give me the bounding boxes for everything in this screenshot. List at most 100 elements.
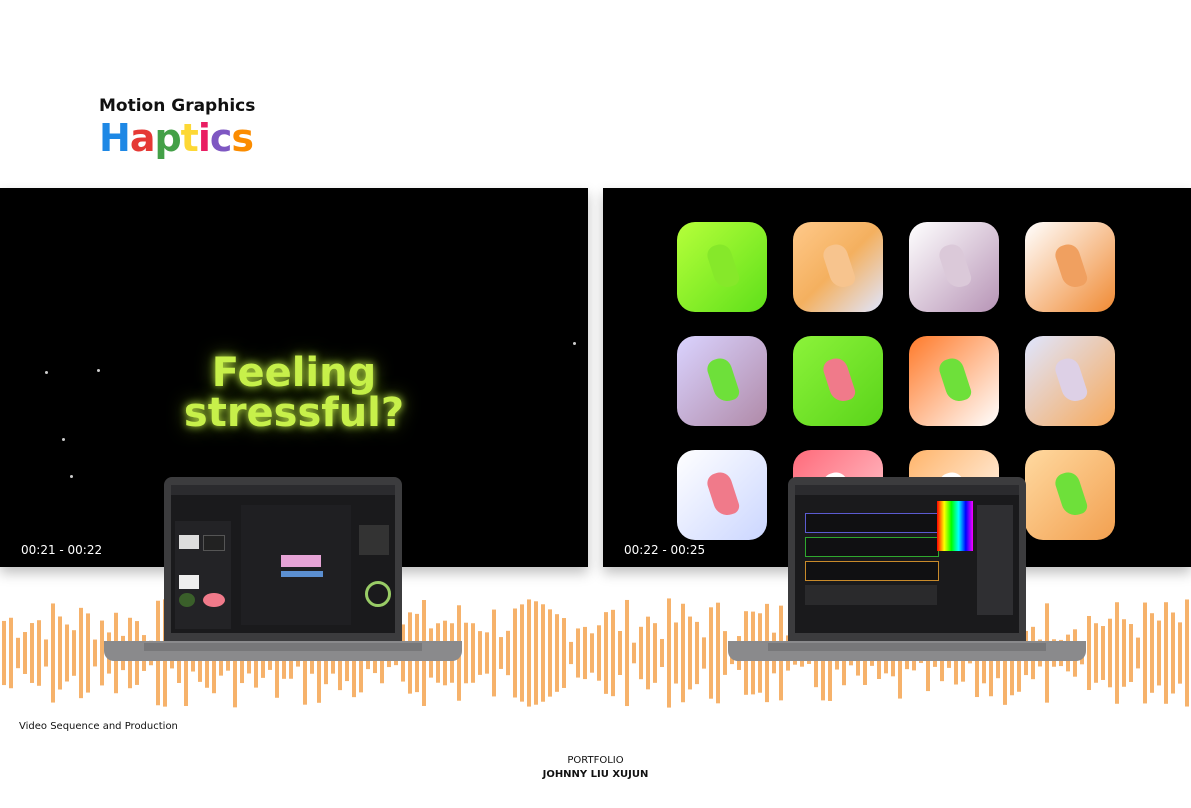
waveform-bar	[93, 639, 97, 667]
waveform-bar	[1157, 620, 1161, 686]
waveform-bar	[51, 603, 55, 703]
portfolio-credit: PORTFOLIO JOHNNY LIU XUJUN	[0, 755, 1191, 780]
waveform-bar	[667, 598, 671, 708]
waveform-bar	[1143, 602, 1147, 704]
waveform-bar	[632, 642, 636, 664]
waveform-bar	[1164, 602, 1168, 704]
blob-shape	[936, 355, 974, 405]
portfolio-label: PORTFOLIO	[567, 755, 624, 766]
waveform-bar	[527, 599, 531, 707]
timestamp-left: 00:21 - 00:22	[21, 543, 103, 557]
logo-letter: i	[197, 116, 211, 160]
waveform-bar	[65, 624, 69, 682]
waveform-bar	[37, 620, 41, 686]
waveform-bar	[506, 630, 510, 676]
author-name: JOHNNY LIU XUJUN	[542, 769, 649, 780]
design-screenshot	[795, 485, 1019, 633]
waveform-bar	[625, 599, 629, 707]
blob-shape	[820, 355, 858, 405]
blob-shape	[1052, 241, 1090, 291]
waveform-bar	[1150, 613, 1154, 693]
waveform-bar	[478, 631, 482, 675]
haptics-logo: Haptics	[99, 116, 254, 160]
waveform-bar	[1171, 612, 1175, 694]
waveform-bar	[16, 637, 20, 669]
waveform-bar	[618, 630, 622, 676]
header-title: Motion Graphics	[99, 96, 256, 116]
waveform-bar	[653, 623, 657, 683]
waveform-bar	[464, 622, 468, 684]
waveform-bar	[716, 602, 720, 704]
haptic-tile	[677, 222, 767, 312]
waveform-bar	[576, 628, 580, 678]
waveform-bar	[646, 616, 650, 690]
haptic-tile	[677, 336, 767, 426]
waveform-bar	[1087, 615, 1091, 691]
waveform-bar	[660, 638, 664, 668]
waveform-bar	[485, 632, 489, 674]
waveform-bar	[555, 614, 559, 692]
headline: Feeling stressful?	[183, 350, 405, 436]
waveform-bar	[513, 608, 517, 698]
waveform-bar	[702, 637, 706, 669]
waveform-bar	[723, 631, 727, 675]
haptic-tile	[1025, 222, 1115, 312]
waveform-bar	[471, 623, 475, 683]
waveform-bar	[2, 620, 6, 686]
haptic-tile	[909, 336, 999, 426]
waveform-bar	[1115, 602, 1119, 704]
waveform-bar	[583, 626, 587, 680]
haptic-tile	[793, 336, 883, 426]
waveform-bar	[44, 639, 48, 667]
waveform-bar	[709, 607, 713, 699]
waveform-bar	[79, 607, 83, 699]
waveform-bar	[548, 609, 552, 697]
waveform-bar	[562, 618, 566, 688]
blob-shape	[936, 241, 974, 291]
waveform-bar	[534, 601, 538, 705]
waveform-bar	[1178, 622, 1182, 684]
waveform-bar	[639, 626, 643, 680]
waveform-bar	[569, 641, 573, 665]
waveform-bar	[681, 603, 685, 703]
waveform-bar	[1108, 618, 1112, 688]
haptic-tile	[793, 222, 883, 312]
logo-letter: H	[99, 116, 131, 160]
caption: Video Sequence and Production	[19, 721, 178, 732]
editor-screenshot	[171, 485, 395, 633]
waveform-bar	[1122, 619, 1126, 687]
waveform-bar	[23, 632, 27, 674]
blob-shape	[704, 355, 742, 405]
logo-letter: t	[180, 116, 199, 160]
waveform-bar	[611, 609, 615, 697]
waveform-bar	[58, 616, 62, 690]
haptic-tile	[909, 222, 999, 312]
waveform-bar	[499, 637, 503, 669]
waveform-bar	[695, 621, 699, 685]
waveform-bar	[72, 630, 76, 676]
waveform-bar	[30, 623, 34, 683]
waveform-bar	[604, 612, 608, 694]
logo-letter: a	[129, 116, 156, 160]
waveform-bar	[1129, 624, 1133, 682]
waveform-bar	[597, 625, 601, 681]
logo-letter: s	[231, 116, 254, 160]
timestamp-right: 00:22 - 00:25	[624, 543, 706, 557]
logo-letter: c	[209, 116, 233, 160]
waveform-bar	[674, 622, 678, 684]
waveform-bar	[520, 604, 524, 702]
waveform-bar	[492, 609, 496, 697]
waveform-bar	[590, 633, 594, 673]
waveform-bar	[9, 617, 13, 689]
waveform-bar	[1094, 623, 1098, 683]
haptic-tile	[1025, 336, 1115, 426]
blob-shape	[820, 241, 858, 291]
laptop-left	[104, 477, 462, 677]
waveform-bar	[86, 613, 90, 693]
waveform-bar	[1136, 637, 1140, 669]
waveform-bar	[541, 604, 545, 702]
waveform-bar	[1101, 626, 1105, 680]
waveform-bar	[1185, 599, 1189, 707]
waveform-bar	[688, 616, 692, 690]
logo-letter: p	[154, 116, 181, 160]
